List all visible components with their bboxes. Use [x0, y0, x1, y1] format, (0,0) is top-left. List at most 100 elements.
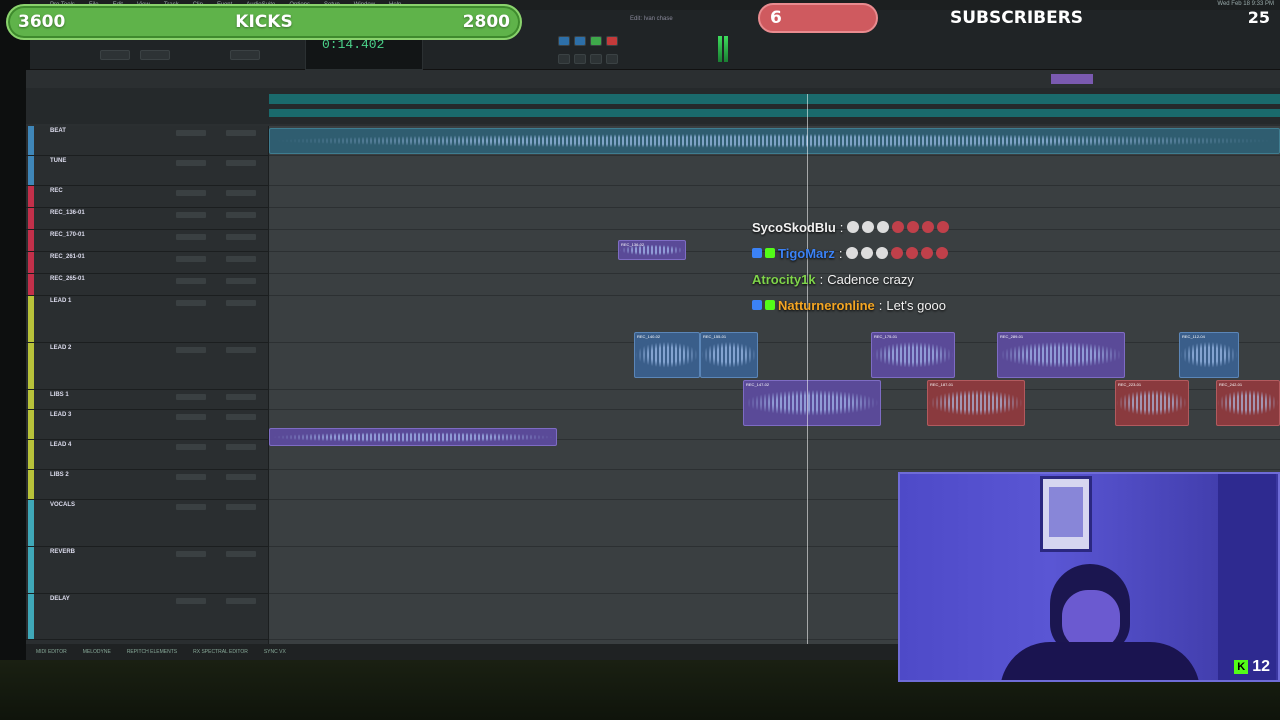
audio-clip[interactable]: REC_187-01	[927, 380, 1025, 426]
insert-slot[interactable]	[226, 278, 256, 284]
track-lane[interactable]	[269, 186, 1280, 208]
insert-slot[interactable]	[176, 414, 206, 420]
track-header[interactable]: REC	[26, 186, 269, 208]
insert-slot[interactable]	[176, 474, 206, 480]
track-name[interactable]: TUNE	[50, 158, 66, 164]
insert-slot[interactable]	[226, 347, 256, 353]
insert-slot[interactable]	[176, 212, 206, 218]
beat-clip[interactable]	[269, 128, 1280, 154]
insert-slot[interactable]	[226, 130, 256, 136]
audio-clip[interactable]: REC_223-01	[1115, 380, 1189, 426]
play-button[interactable]	[574, 36, 586, 46]
track-header[interactable]: REC_261-01	[26, 252, 269, 274]
track-name[interactable]: LEAD 2	[50, 345, 71, 351]
insert-slot[interactable]	[226, 234, 256, 240]
track-lane[interactable]	[269, 156, 1280, 186]
track-header[interactable]: TUNE	[26, 156, 269, 186]
track-header[interactable]: LIBS 1	[26, 390, 269, 410]
insert-slot[interactable]	[176, 130, 206, 136]
track-name[interactable]: LIBS 1	[50, 392, 69, 398]
timeline-ruler[interactable]	[269, 94, 1280, 104]
audio-clip[interactable]: REC_112-04	[1179, 332, 1239, 378]
track-name[interactable]: REC_265-01	[50, 276, 85, 282]
insert-slot[interactable]	[176, 160, 206, 166]
track-header[interactable]: REC_136-01	[26, 208, 269, 230]
insert-slot[interactable]	[226, 160, 256, 166]
audio-clip[interactable]: REC_140-02	[634, 332, 700, 378]
insert-slot[interactable]	[226, 300, 256, 306]
chat-username[interactable]: Atrocity1k	[752, 272, 816, 287]
insert-slot[interactable]	[226, 598, 256, 604]
insert-slot[interactable]	[226, 551, 256, 557]
insert-slot[interactable]	[176, 394, 206, 400]
track-name[interactable]: REC_261-01	[50, 254, 85, 260]
insert-slot[interactable]	[176, 256, 206, 262]
track-name[interactable]: VOCALS	[50, 502, 75, 508]
track-name[interactable]: BEAT	[50, 128, 66, 134]
insert-slot[interactable]	[226, 444, 256, 450]
insert-slot[interactable]	[176, 444, 206, 450]
zoom-indicator[interactable]	[1051, 74, 1093, 84]
insert-slot[interactable]	[226, 504, 256, 510]
audio-clip[interactable]: REC_155-01	[700, 332, 758, 378]
marker-ruler[interactable]	[269, 109, 1280, 117]
insert-slot[interactable]	[176, 190, 206, 196]
track-name[interactable]: LEAD 3	[50, 412, 71, 418]
track-name[interactable]: LIBS 2	[50, 472, 69, 478]
chat-username[interactable]: SycoSkodBlu	[752, 220, 836, 235]
track-header[interactable]: LIBS 2	[26, 470, 269, 500]
insert-slot[interactable]	[226, 212, 256, 218]
track-name[interactable]: LEAD 1	[50, 298, 71, 304]
insert-slot[interactable]	[176, 300, 206, 306]
insert-slot[interactable]	[176, 278, 206, 284]
loop-button[interactable]	[590, 36, 602, 46]
track-header[interactable]: REVERB	[26, 547, 269, 594]
insert-slot[interactable]	[226, 256, 256, 262]
insert-slot[interactable]	[226, 394, 256, 400]
back-button[interactable]	[574, 54, 586, 64]
bottom-tab[interactable]: MIDI EDITOR	[36, 649, 67, 655]
track-name[interactable]: REC_170-01	[50, 232, 85, 238]
audio-clip[interactable]: REC_289-01	[997, 332, 1125, 378]
audio-clip[interactable]: REC_147-02	[743, 380, 881, 426]
track-header[interactable]: DELAY	[26, 594, 269, 640]
insert-slot[interactable]	[226, 474, 256, 480]
chat-username[interactable]: Natturneronline	[778, 298, 875, 313]
tool-button[interactable]	[230, 50, 260, 60]
track-name[interactable]: REC_136-01	[50, 210, 85, 216]
insert-slot[interactable]	[176, 598, 206, 604]
track-name[interactable]: REVERB	[50, 549, 75, 555]
libs-clip[interactable]	[269, 428, 557, 446]
bottom-tab[interactable]: SYNC VX	[264, 649, 286, 655]
chat-username[interactable]: TigoMarz	[778, 246, 835, 261]
tool-button[interactable]	[100, 50, 130, 60]
track-header[interactable]: LEAD 3	[26, 410, 269, 440]
insert-slot[interactable]	[176, 347, 206, 353]
audio-clip[interactable]: REC_175-01	[871, 332, 955, 378]
track-name[interactable]: LEAD 4	[50, 442, 71, 448]
track-header[interactable]: VOCALS	[26, 500, 269, 547]
track-header[interactable]: LEAD 1	[26, 296, 269, 343]
bottom-tab[interactable]: MELODYNE	[83, 649, 111, 655]
stop-button[interactable]	[558, 36, 570, 46]
insert-slot[interactable]	[176, 504, 206, 510]
audio-clip[interactable]: REC_242-01	[1216, 380, 1280, 426]
bottom-tab[interactable]: REPITCH ELEMENTS	[127, 649, 177, 655]
playhead[interactable]	[807, 94, 808, 646]
track-header[interactable]: LEAD 2	[26, 343, 269, 390]
tool-button[interactable]	[140, 50, 170, 60]
record-button[interactable]	[606, 36, 618, 46]
track-name[interactable]: DELAY	[50, 596, 70, 602]
insert-slot[interactable]	[226, 414, 256, 420]
forward-button[interactable]	[590, 54, 602, 64]
rewind-button[interactable]	[558, 54, 570, 64]
track-header[interactable]: REC_265-01	[26, 274, 269, 296]
insert-slot[interactable]	[176, 551, 206, 557]
end-button[interactable]	[606, 54, 618, 64]
audio-clip[interactable]: REC_136-02	[618, 240, 686, 260]
track-name[interactable]: REC	[50, 188, 63, 194]
track-header[interactable]: BEAT	[26, 126, 269, 156]
insert-slot[interactable]	[226, 190, 256, 196]
insert-slot[interactable]	[176, 234, 206, 240]
track-header[interactable]: REC_170-01	[26, 230, 269, 252]
